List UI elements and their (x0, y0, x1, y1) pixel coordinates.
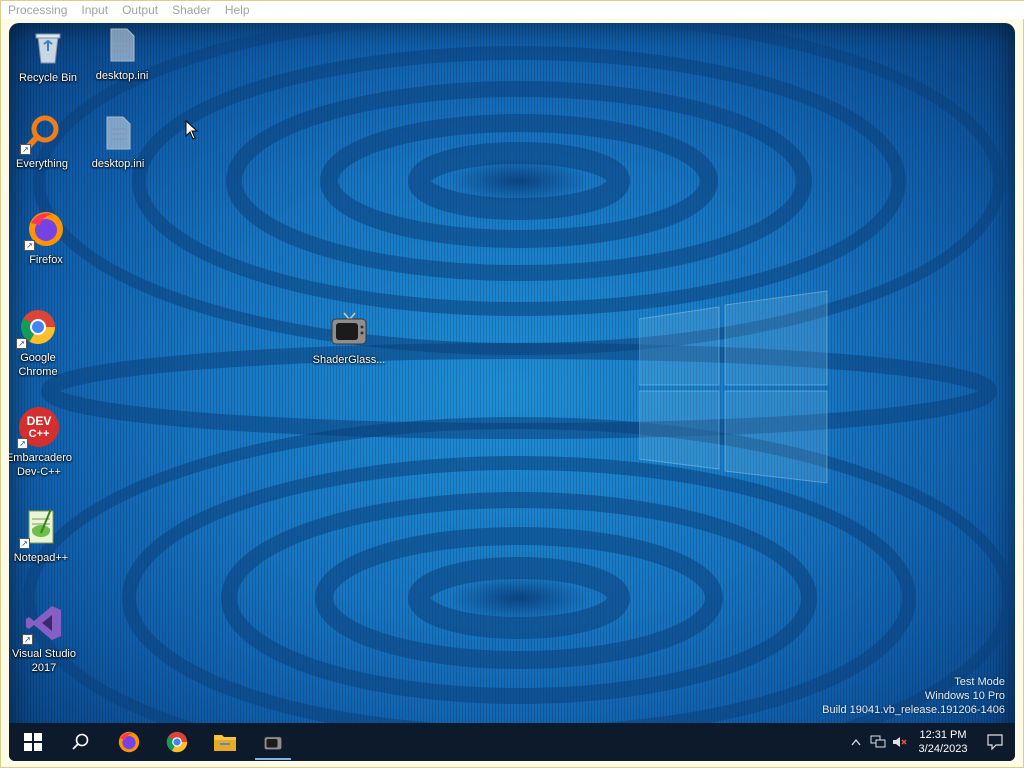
desktop-icon-desktop-ini-2[interactable]: desktop.ini (79, 111, 157, 171)
chrome-icon: ↗ (16, 305, 60, 349)
clock-date: 3/24/2023 (918, 743, 968, 755)
visual-studio-icon: ↗ (22, 601, 66, 645)
desktop-icon-firefox[interactable]: ↗ Firefox (9, 207, 85, 267)
shortcut-arrow-icon: ↗ (16, 338, 27, 349)
desktop-icon-visual-studio-2017[interactable]: ↗ Visual Studio 2017 (9, 601, 83, 675)
taskbar-chrome[interactable] (153, 723, 201, 761)
visual-studio-label: Visual Studio 2017 (11, 648, 76, 674)
mouse-cursor-icon (185, 120, 199, 140)
recycle-bin-label: Recycle Bin (18, 72, 78, 84)
menu-help[interactable]: Help (218, 1, 257, 19)
devcpp-icon: DEV C++ ↗ (17, 405, 61, 449)
menu-bar: Processing Input Output Shader Help (1, 1, 1024, 19)
chrome-icon (166, 731, 188, 753)
clock-time: 12:31 PM (919, 729, 967, 741)
taskbar-firefox[interactable] (105, 723, 153, 761)
menu-input[interactable]: Input (74, 1, 115, 19)
desktop-icon-shaderglass[interactable]: ShaderGlass... (310, 307, 388, 367)
watermark-line-1: Test Mode (954, 676, 1005, 688)
shortcut-arrow-icon: ↗ (17, 438, 28, 449)
start-button[interactable] (9, 723, 57, 761)
desktop-screen: Recycle Bin desktop.ini ↗ Everything des… (9, 23, 1015, 761)
notepadpp-icon: ↗ (19, 505, 63, 549)
search-button[interactable] (57, 723, 105, 761)
search-icon (72, 733, 89, 750)
show-hidden-icons-button[interactable] (845, 723, 867, 761)
ini-file-icon (100, 23, 144, 67)
everything-search-icon: ↗ (20, 111, 64, 155)
network-button[interactable] (867, 723, 889, 761)
shaderglass-window: Processing Input Output Shader Help Recy… (0, 0, 1024, 768)
wallpaper-ripples (23, 23, 1015, 761)
recycle-bin-icon (26, 25, 70, 69)
desktop-icon-everything[interactable]: ↗ Everything (9, 111, 81, 171)
ini-file-icon (96, 111, 140, 155)
menu-processing[interactable]: Processing (1, 1, 74, 19)
test-mode-watermark: Test Mode Windows 10 Pro Build 19041.vb_… (822, 675, 1005, 717)
firefox-icon (118, 731, 140, 753)
svg-text:DEV: DEV (27, 414, 52, 428)
shortcut-arrow-icon: ↗ (24, 240, 35, 251)
desktop-icon-recycle-bin[interactable]: Recycle Bin (9, 25, 87, 85)
taskbar: 12:31 PM 3/24/2023 (9, 723, 1015, 761)
taskbar-clock[interactable]: 12:31 PM 3/24/2023 (911, 728, 975, 756)
volume-button[interactable] (889, 723, 911, 761)
menu-output[interactable]: Output (115, 1, 165, 19)
start-icon (24, 733, 42, 751)
shortcut-arrow-icon: ↗ (19, 538, 30, 549)
firefox-icon: ↗ (24, 207, 68, 251)
shaderglass-label: ShaderGlass... (312, 354, 386, 366)
taskbar-shaderglass[interactable] (249, 723, 297, 761)
firefox-label: Firefox (29, 254, 63, 266)
menu-shader[interactable]: Shader (165, 1, 218, 19)
network-icon (870, 735, 886, 748)
desktop-ini-label: desktop.ini (95, 70, 149, 82)
action-center-button[interactable] (975, 723, 1015, 761)
taskbar-file-explorer[interactable] (201, 723, 249, 761)
everything-label: Everything (16, 158, 68, 170)
shortcut-arrow-icon: ↗ (20, 144, 31, 155)
desktop-icon-desktop-ini-1[interactable]: desktop.ini (83, 23, 161, 83)
desktop-icon-notepadpp[interactable]: ↗ Notepad++ (9, 505, 80, 565)
watermark-line-3: Build 19041.vb_release.191206-1406 (822, 704, 1005, 716)
notepadpp-label: Notepad++ (13, 552, 69, 564)
crt-tv-icon (327, 307, 371, 351)
notification-icon (987, 734, 1003, 750)
desktop-icon-google-chrome[interactable]: ↗ Google Chrome (9, 305, 77, 379)
volume-muted-icon (893, 737, 907, 747)
windows-logo-watermark (639, 290, 828, 484)
desktop-icon-embarcadero-devcpp[interactable]: DEV C++ ↗ Embarcadero Dev-C++ (9, 405, 78, 479)
google-chrome-label: Google Chrome (18, 352, 58, 378)
devcpp-label: Embarcadero Dev-C++ (9, 452, 73, 478)
file-explorer-icon (214, 735, 236, 751)
watermark-line-2: Windows 10 Pro (924, 690, 1005, 702)
system-tray: 12:31 PM 3/24/2023 (845, 723, 1015, 761)
chevron-up-icon (851, 738, 861, 746)
shortcut-arrow-icon: ↗ (22, 634, 33, 645)
shaderglass-icon (264, 736, 282, 750)
svg-text:C++: C++ (29, 428, 50, 440)
desktop-ini-label: desktop.ini (91, 158, 145, 170)
